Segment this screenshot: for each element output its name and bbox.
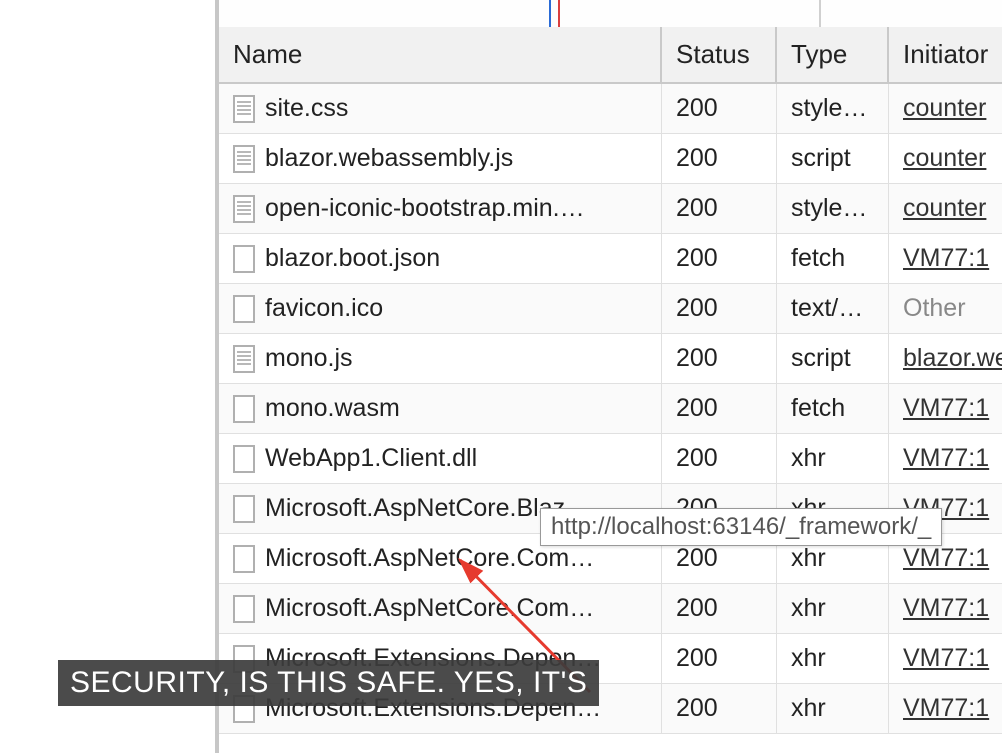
initiator-link[interactable]: VM77:1 [903,544,989,573]
request-type[interactable]: xhr [777,684,889,734]
initiator-link[interactable]: VM77:1 [903,594,989,623]
request-status[interactable]: 200 [662,134,777,184]
request-name: favicon.ico [265,294,383,323]
request-initiator[interactable]: Other [889,284,1002,334]
request-status[interactable]: 200 [662,634,777,684]
request-name: WebApp1.Client.dll [265,444,477,473]
request-initiator[interactable]: VM77:1 [889,434,1002,484]
request-name: blazor.webassembly.js [265,144,513,173]
request-status[interactable]: 200 [662,684,777,734]
request-type[interactable]: xhr [777,584,889,634]
request-initiator[interactable]: counter [889,184,1002,234]
request-name: Microsoft.AspNetCore.Com… [265,594,594,623]
request-name: mono.wasm [265,394,400,423]
request-initiator[interactable]: VM77:1 [889,384,1002,434]
request-status[interactable]: 200 [662,434,777,484]
request-status[interactable]: 200 [662,584,777,634]
request-name: site.css [265,94,348,123]
request-name: open-iconic-bootstrap.min.… [265,194,585,223]
request-name-cell[interactable]: site.css [219,84,662,134]
request-type[interactable]: xhr [777,434,889,484]
initiator-link[interactable]: VM77:1 [903,694,989,723]
request-type[interactable]: text/… [777,284,889,334]
file-icon [233,295,255,323]
request-status[interactable]: 200 [662,84,777,134]
timeline-strip[interactable] [219,0,1002,27]
request-initiator[interactable]: VM77:1 [889,234,1002,284]
request-initiator[interactable]: VM77:1 [889,584,1002,634]
file-icon [233,495,255,523]
file-icon [233,245,255,273]
request-status[interactable]: 200 [662,334,777,384]
column-header-type[interactable]: Type [777,27,889,84]
request-type[interactable]: style… [777,84,889,134]
request-type[interactable]: style… [777,184,889,234]
initiator-link[interactable]: blazor.we [903,344,1002,373]
url-tooltip: http://localhost:63146/_framework/_ [540,508,942,546]
request-status[interactable]: 200 [662,184,777,234]
request-type[interactable]: script [777,334,889,384]
request-name: mono.js [265,344,353,373]
request-status[interactable]: 200 [662,384,777,434]
request-name: Microsoft.AspNetCore.Com… [265,544,594,573]
request-status[interactable]: 200 [662,234,777,284]
request-name: blazor.boot.json [265,244,440,273]
request-type[interactable]: xhr [777,634,889,684]
file-icon [233,95,255,123]
column-header-status[interactable]: Status [662,27,777,84]
request-initiator[interactable]: VM77:1 [889,684,1002,734]
initiator-link: Other [903,294,966,323]
request-name-cell[interactable]: Microsoft.AspNetCore.Com… [219,584,662,634]
column-header-initiator[interactable]: Initiator [889,27,1002,84]
file-icon [233,145,255,173]
initiator-link[interactable]: counter [903,94,986,123]
request-initiator[interactable]: counter [889,84,1002,134]
request-initiator[interactable]: counter [889,134,1002,184]
initiator-link[interactable]: VM77:1 [903,644,989,673]
request-initiator[interactable]: VM77:1 [889,634,1002,684]
request-status[interactable]: 200 [662,284,777,334]
initiator-link[interactable]: counter [903,194,986,223]
file-icon [233,395,255,423]
request-name-cell[interactable]: WebApp1.Client.dll [219,434,662,484]
column-header-name[interactable]: Name [219,27,662,84]
request-name-cell[interactable]: mono.js [219,334,662,384]
initiator-link[interactable]: VM77:1 [903,394,989,423]
initiator-link[interactable]: VM77:1 [903,444,989,473]
initiator-link[interactable]: counter [903,144,986,173]
request-name-cell[interactable]: favicon.ico [219,284,662,334]
timeline-marker-load [558,0,560,27]
request-type[interactable]: fetch [777,234,889,284]
file-icon [233,345,255,373]
request-name-cell[interactable]: mono.wasm [219,384,662,434]
file-icon [233,595,255,623]
request-type[interactable]: fetch [777,384,889,434]
request-type[interactable]: script [777,134,889,184]
request-name-cell[interactable]: open-iconic-bootstrap.min.… [219,184,662,234]
file-icon [233,545,255,573]
request-name-cell[interactable]: blazor.boot.json [219,234,662,284]
timeline-gridline [819,0,821,27]
request-name-cell[interactable]: blazor.webassembly.js [219,134,662,184]
file-icon [233,195,255,223]
initiator-link[interactable]: VM77:1 [903,244,989,273]
video-caption: SECURITY, IS THIS SAFE. YES, IT'S [58,660,599,706]
request-initiator[interactable]: blazor.we [889,334,1002,384]
file-icon [233,445,255,473]
left-gutter [0,0,215,753]
network-table: Name Status Type Initiator site.css200st… [219,27,1002,734]
timeline-marker-domcontentloaded [549,0,551,27]
